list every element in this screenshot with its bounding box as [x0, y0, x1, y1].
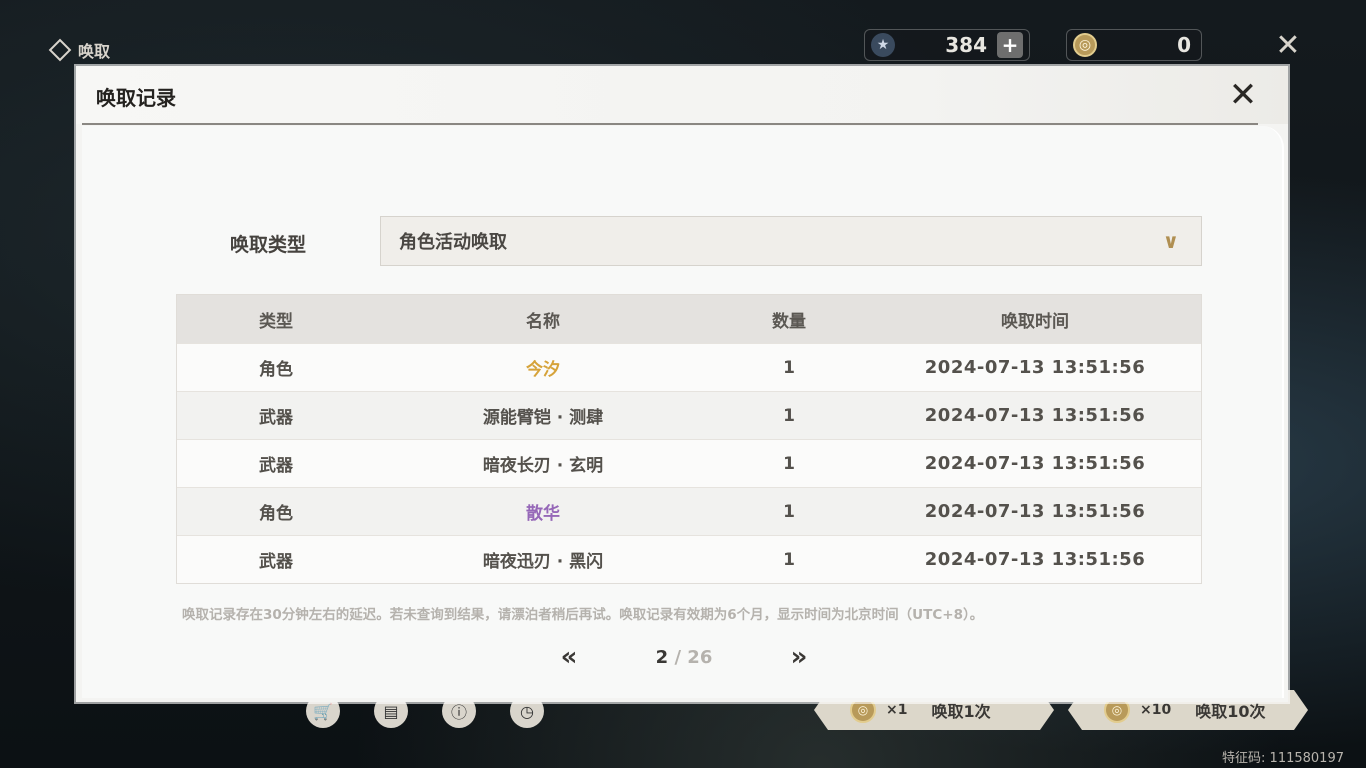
current-page: 2: [655, 646, 669, 668]
close-screen-icon[interactable]: ✕: [1270, 28, 1306, 64]
pull-once-count: ×1: [886, 702, 908, 718]
row-quantity: 1: [783, 453, 795, 474]
column-header-quantity: 数量: [772, 311, 806, 332]
table-header: 类型 名称 数量 唤取时间: [177, 295, 1201, 343]
modal-title: 唤取记录: [96, 86, 176, 110]
filter-label: 唤取类型: [230, 234, 307, 256]
screen-title: 唤取: [48, 38, 111, 62]
modal-header: 唤取记录 ✕: [76, 66, 1288, 124]
total-pages: 26: [687, 646, 713, 668]
chevron-down-icon: ∨: [1162, 229, 1179, 253]
tide-currency: ◎ 0: [1066, 29, 1202, 61]
next-page-icon[interactable]: »: [784, 642, 814, 672]
table-row: 角色 散华 1 2024-07-13 13:51:56: [177, 487, 1201, 535]
row-type: 角色: [259, 504, 293, 524]
column-header-time: 唤取时间: [1001, 311, 1069, 332]
row-name: 暗夜长刃 · 玄明: [482, 456, 604, 476]
table-row: 武器 暗夜迅刃 · 黑闪 1 2024-07-13 13:51:56: [177, 535, 1201, 583]
row-time: 2024-07-13 13:51:56: [924, 501, 1146, 522]
tide-coin-icon: ◎: [1073, 33, 1097, 57]
feature-code: 特征码: 111580197: [1222, 751, 1344, 766]
convene-history-modal: 唤取记录 ✕ 唤取类型 角色活动唤取 ∨ 类型 名称 数量 唤取时间 角色 今汐…: [76, 66, 1288, 702]
row-name: 散华: [526, 504, 560, 524]
column-header-name: 名称: [526, 311, 560, 332]
row-quantity: 1: [783, 549, 795, 570]
dropdown-selected-value: 角色活动唤取: [399, 232, 507, 253]
row-time: 2024-07-13 13:51:56: [924, 549, 1146, 570]
row-type: 武器: [259, 552, 293, 572]
convene-icon: [48, 38, 72, 62]
modal-body: 唤取类型 角色活动唤取 ∨ 类型 名称 数量 唤取时间 角色 今汐 1 2024…: [82, 126, 1284, 698]
row-quantity: 1: [783, 357, 795, 378]
convene-type-dropdown[interactable]: 角色活动唤取 ∨: [380, 216, 1202, 266]
row-time: 2024-07-13 13:51:56: [924, 405, 1146, 426]
astrite-value: 384: [945, 33, 987, 57]
row-quantity: 1: [783, 405, 795, 426]
table-row: 角色 今汐 1 2024-07-13 13:51:56: [177, 343, 1201, 391]
history-table: 类型 名称 数量 唤取时间 角色 今汐 1 2024-07-13 13:51:5…: [176, 294, 1202, 584]
table-row: 武器 暗夜长刃 · 玄明 1 2024-07-13 13:51:56: [177, 439, 1201, 487]
row-time: 2024-07-13 13:51:56: [924, 357, 1146, 378]
table-row: 武器 源能臂铠 · 测肆 1 2024-07-13 13:51:56: [177, 391, 1201, 439]
page-indicator: 2 / 26: [656, 647, 713, 668]
pull-ten-count: ×10: [1140, 702, 1172, 718]
delay-notice: 唤取记录存在30分钟左右的延迟。若未查询到结果，请漂泊者稍后再试。唤取记录有效期…: [182, 607, 984, 623]
header-divider: [82, 123, 1258, 125]
close-icon[interactable]: ✕: [1224, 76, 1262, 114]
row-type: 武器: [259, 456, 293, 476]
prev-page-icon[interactable]: «: [554, 642, 584, 672]
pagination: « 2 / 26 »: [554, 642, 814, 672]
add-currency-button[interactable]: +: [997, 32, 1023, 58]
screen-title-text: 唤取: [78, 42, 111, 61]
row-quantity: 1: [783, 501, 795, 522]
row-type: 角色: [259, 360, 293, 380]
row-name: 今汐: [526, 360, 560, 380]
page-separator: /: [674, 646, 682, 668]
column-header-type: 类型: [259, 311, 293, 332]
row-name: 源能臂铠 · 测肆: [482, 408, 604, 428]
astrite-currency: ★ 384 +: [864, 29, 1030, 61]
row-name: 暗夜迅刃 · 黑闪: [482, 552, 604, 572]
tide-value: 0: [1177, 33, 1191, 57]
row-time: 2024-07-13 13:51:56: [924, 453, 1146, 474]
astrite-icon: ★: [871, 33, 895, 57]
row-type: 武器: [259, 408, 293, 428]
